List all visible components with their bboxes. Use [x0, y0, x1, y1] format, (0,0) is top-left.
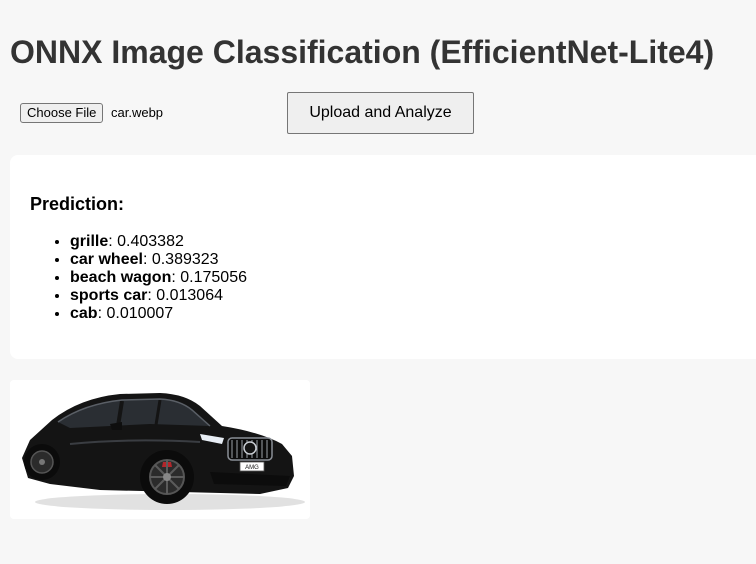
prediction-label: grille	[70, 233, 109, 250]
prediction-item: cab: 0.010007	[70, 305, 247, 323]
prediction-item: car wheel: 0.389323	[70, 251, 247, 269]
prediction-heading: Prediction:	[30, 194, 125, 214]
car-image: AMG	[10, 380, 310, 519]
prediction-item: sports car: 0.013064	[70, 287, 247, 305]
svg-text:AMG: AMG	[245, 465, 259, 471]
upload-form: Choose File car.webp Upload and Analyze	[20, 92, 480, 134]
selected-file-name: car.webp	[111, 105, 164, 120]
prediction-label: cab	[70, 305, 98, 322]
prediction-score: 0.403382	[117, 233, 184, 250]
choose-file-button[interactable]: Choose File	[20, 103, 104, 123]
prediction-score: 0.013064	[156, 287, 223, 304]
upload-and-analyze-button[interactable]: Upload and Analyze	[287, 92, 474, 134]
prediction-list: grille: 0.403382 car wheel: 0.389323 bea…	[30, 233, 247, 323]
prediction-label: beach wagon	[70, 269, 172, 286]
prediction-item: grille: 0.403382	[70, 233, 247, 251]
prediction-score: 0.175056	[180, 269, 247, 286]
prediction-item: beach wagon: 0.175056	[70, 269, 247, 287]
prediction-score: 0.389323	[151, 251, 219, 268]
uploaded-image-preview: AMG	[10, 380, 310, 519]
prediction-label: sports car	[70, 287, 148, 304]
prediction-score: 0.010007	[106, 305, 174, 322]
prediction-panel: Prediction: grille: 0.403382 car wheel: …	[10, 155, 756, 359]
prediction-label: car wheel	[70, 251, 143, 268]
page-title: ONNX Image Classification (EfficientNet-…	[10, 34, 715, 70]
